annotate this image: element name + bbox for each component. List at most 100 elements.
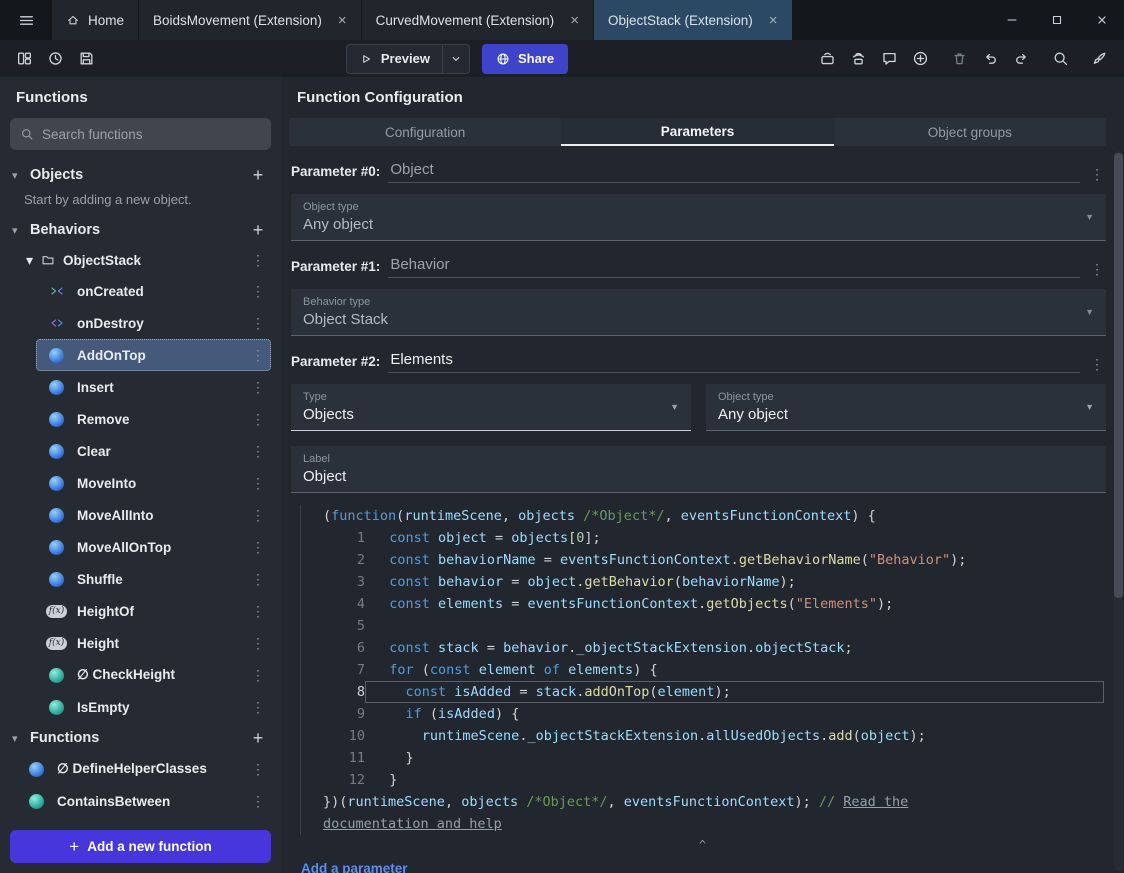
feedback-button[interactable]	[875, 44, 904, 73]
add-parameter-button[interactable]: Add a parameter	[301, 861, 1124, 873]
parameter-2-name-input[interactable]: Elements	[388, 351, 1080, 373]
kebab-menu-icon[interactable]: ⋮	[249, 443, 267, 460]
menu-button[interactable]	[0, 0, 52, 40]
search-button[interactable]	[1046, 44, 1075, 73]
field-object-type[interactable]: Object type Any object ▼	[706, 384, 1106, 431]
kebab-menu-icon[interactable]: ⋮	[249, 699, 267, 716]
publish-button[interactable]	[906, 44, 935, 73]
code-line[interactable]: 10 runtimeScene._objectStackExtension.al…	[301, 725, 1104, 747]
documentation-link[interactable]: Read the	[843, 794, 908, 810]
field-behavior-type[interactable]: Behavior type Object Stack ▼	[291, 289, 1106, 336]
tab-close-icon[interactable]: ×	[769, 12, 778, 29]
kebab-menu-icon[interactable]: ⋮	[249, 603, 267, 620]
function-item-height[interactable]: f(x) Height ⋮	[36, 627, 271, 659]
edit-theme-button[interactable]	[1085, 44, 1114, 73]
preview-button[interactable]: Preview	[347, 45, 442, 73]
scrollbar[interactable]	[1114, 151, 1123, 871]
code-line[interactable]: 3 const behavior = object.getBehavior(be…	[301, 571, 1104, 593]
code-wrapper-top[interactable]: (function(runtimeScene, objects /*Object…	[301, 505, 1104, 527]
function-item-oncreated[interactable]: onCreated ⋮	[36, 275, 271, 307]
layout-panels-button[interactable]	[10, 44, 39, 73]
kebab-menu-icon[interactable]: ⋮	[249, 379, 267, 396]
chevron-down-icon[interactable]: ▾	[12, 224, 22, 237]
redo-button[interactable]	[1007, 44, 1036, 73]
function-item-moveallinto[interactable]: MoveAllInto ⋮	[36, 499, 271, 531]
field-label[interactable]: Label Object	[291, 446, 1106, 493]
code-line[interactable]: 12 }	[301, 769, 1104, 791]
code-line[interactable]: 2 const behaviorName = eventsFunctionCon…	[301, 549, 1104, 571]
code-wrapper-bottom[interactable]: })(runtimeScene, objects /*Object*/, eve…	[301, 791, 1104, 813]
function-item-definehelperclasses[interactable]: ∅ DefineHelperClasses ⋮	[16, 753, 271, 785]
code-line[interactable]: 1 const object = objects[0];	[301, 527, 1104, 549]
maximize-window-button[interactable]	[1034, 0, 1079, 40]
parameter-0-name-input[interactable]: Object	[388, 161, 1080, 183]
chevron-down-icon[interactable]: ▾	[12, 169, 22, 182]
save-button[interactable]	[72, 44, 101, 73]
kebab-menu-icon[interactable]: ⋮	[249, 793, 267, 810]
minimize-window-button[interactable]	[989, 0, 1034, 40]
kebab-menu-icon[interactable]: ⋮	[1088, 356, 1106, 373]
function-item-checkheight[interactable]: ∅ CheckHeight ⋮	[36, 659, 271, 691]
tab-close-icon[interactable]: ×	[570, 12, 579, 29]
undo-button[interactable]	[976, 44, 1005, 73]
kebab-menu-icon[interactable]: ⋮	[249, 635, 267, 652]
function-item-containsbetween[interactable]: ContainsBetween ⋮	[16, 785, 271, 817]
chevron-down-icon[interactable]: ▾	[12, 732, 22, 745]
documentation-link[interactable]: documentation and help	[323, 816, 502, 832]
function-item-ondestroy[interactable]: onDestroy ⋮	[36, 307, 271, 339]
code-line[interactable]: 7 for (const element of elements) {	[301, 659, 1104, 681]
code-wrapper-bottom-cont[interactable]: documentation and help	[301, 813, 1104, 835]
function-item-isempty[interactable]: IsEmpty ⋮	[36, 691, 271, 723]
field-object-type[interactable]: Object type Any object ▼	[291, 194, 1106, 241]
code-line[interactable]: 8 const isAdded = stack.addOnTop(element…	[301, 681, 1104, 703]
add-icon[interactable]: +	[247, 165, 269, 186]
tab-boidsmovement-extension[interactable]: BoidsMovement (Extension) ×	[139, 0, 361, 40]
function-item-moveinto[interactable]: MoveInto ⋮	[36, 467, 271, 499]
tab-home[interactable]: Home	[52, 0, 139, 40]
kebab-menu-icon[interactable]: ⋮	[1088, 261, 1106, 278]
network-preview-button[interactable]	[844, 44, 873, 73]
kebab-menu-icon[interactable]: ⋮	[1088, 166, 1106, 183]
section-behaviors[interactable]: ▾ Behaviors +	[0, 215, 281, 245]
scrollbar-thumb[interactable]	[1114, 153, 1123, 598]
kebab-menu-icon[interactable]: ⋮	[249, 475, 267, 492]
kebab-menu-icon[interactable]: ⋮	[249, 411, 267, 428]
code-editor[interactable]: (function(runtimeScene, objects /*Object…	[300, 505, 1104, 835]
tab-object-groups[interactable]: Object groups	[834, 118, 1106, 146]
kebab-menu-icon[interactable]: ⋮	[249, 507, 267, 524]
history-button[interactable]	[41, 44, 70, 73]
function-item-remove[interactable]: Remove ⋮	[36, 403, 271, 435]
code-line[interactable]: 4 const elements = eventsFunctionContext…	[301, 593, 1104, 615]
folder-objectstack[interactable]: ▾ ObjectStack ⋮	[0, 245, 281, 275]
kebab-menu-icon[interactable]: ⋮	[249, 347, 267, 364]
tab-configuration[interactable]: Configuration	[289, 118, 561, 146]
kebab-menu-icon[interactable]: ⋮	[249, 315, 267, 332]
kebab-menu-icon[interactable]: ⋮	[249, 571, 267, 588]
field-type[interactable]: Type Objects ▼	[291, 384, 691, 431]
kebab-menu-icon[interactable]: ⋮	[249, 667, 267, 684]
tab-parameters[interactable]: Parameters	[561, 118, 834, 146]
code-line[interactable]: 9 if (isAdded) {	[301, 703, 1104, 725]
kebab-menu-icon[interactable]: ⋮	[249, 283, 267, 300]
preview-options-button[interactable]	[443, 45, 469, 73]
parameter-1-name-input[interactable]: Behavior	[388, 256, 1080, 278]
add-new-function-button[interactable]: + Add a new function	[10, 830, 271, 863]
kebab-menu-icon[interactable]: ⋮	[249, 761, 267, 778]
section-functions[interactable]: ▾ Functions +	[0, 723, 281, 753]
trash-button[interactable]	[945, 44, 974, 73]
tab-curvedmovement-extension[interactable]: CurvedMovement (Extension) ×	[361, 0, 593, 40]
add-icon[interactable]: +	[247, 728, 269, 749]
tab-close-icon[interactable]: ×	[338, 12, 347, 29]
code-line[interactable]: 6 const stack = behavior._objectStackExt…	[301, 637, 1104, 659]
code-line[interactable]: 11 }	[301, 747, 1104, 769]
editor-expand-hint[interactable]: ^	[281, 838, 1124, 852]
function-item-moveallontop[interactable]: MoveAllOnTop ⋮	[36, 531, 271, 563]
add-icon[interactable]: +	[247, 220, 269, 241]
kebab-menu-icon[interactable]: ⋮	[249, 252, 267, 269]
function-item-heightof[interactable]: f(x) HeightOf ⋮	[36, 595, 271, 627]
close-window-button[interactable]	[1079, 0, 1124, 40]
debugger-button[interactable]	[813, 44, 842, 73]
share-button[interactable]: Share	[482, 43, 569, 74]
function-item-shuffle[interactable]: Shuffle ⋮	[36, 563, 271, 595]
function-item-insert[interactable]: Insert ⋮	[36, 371, 271, 403]
